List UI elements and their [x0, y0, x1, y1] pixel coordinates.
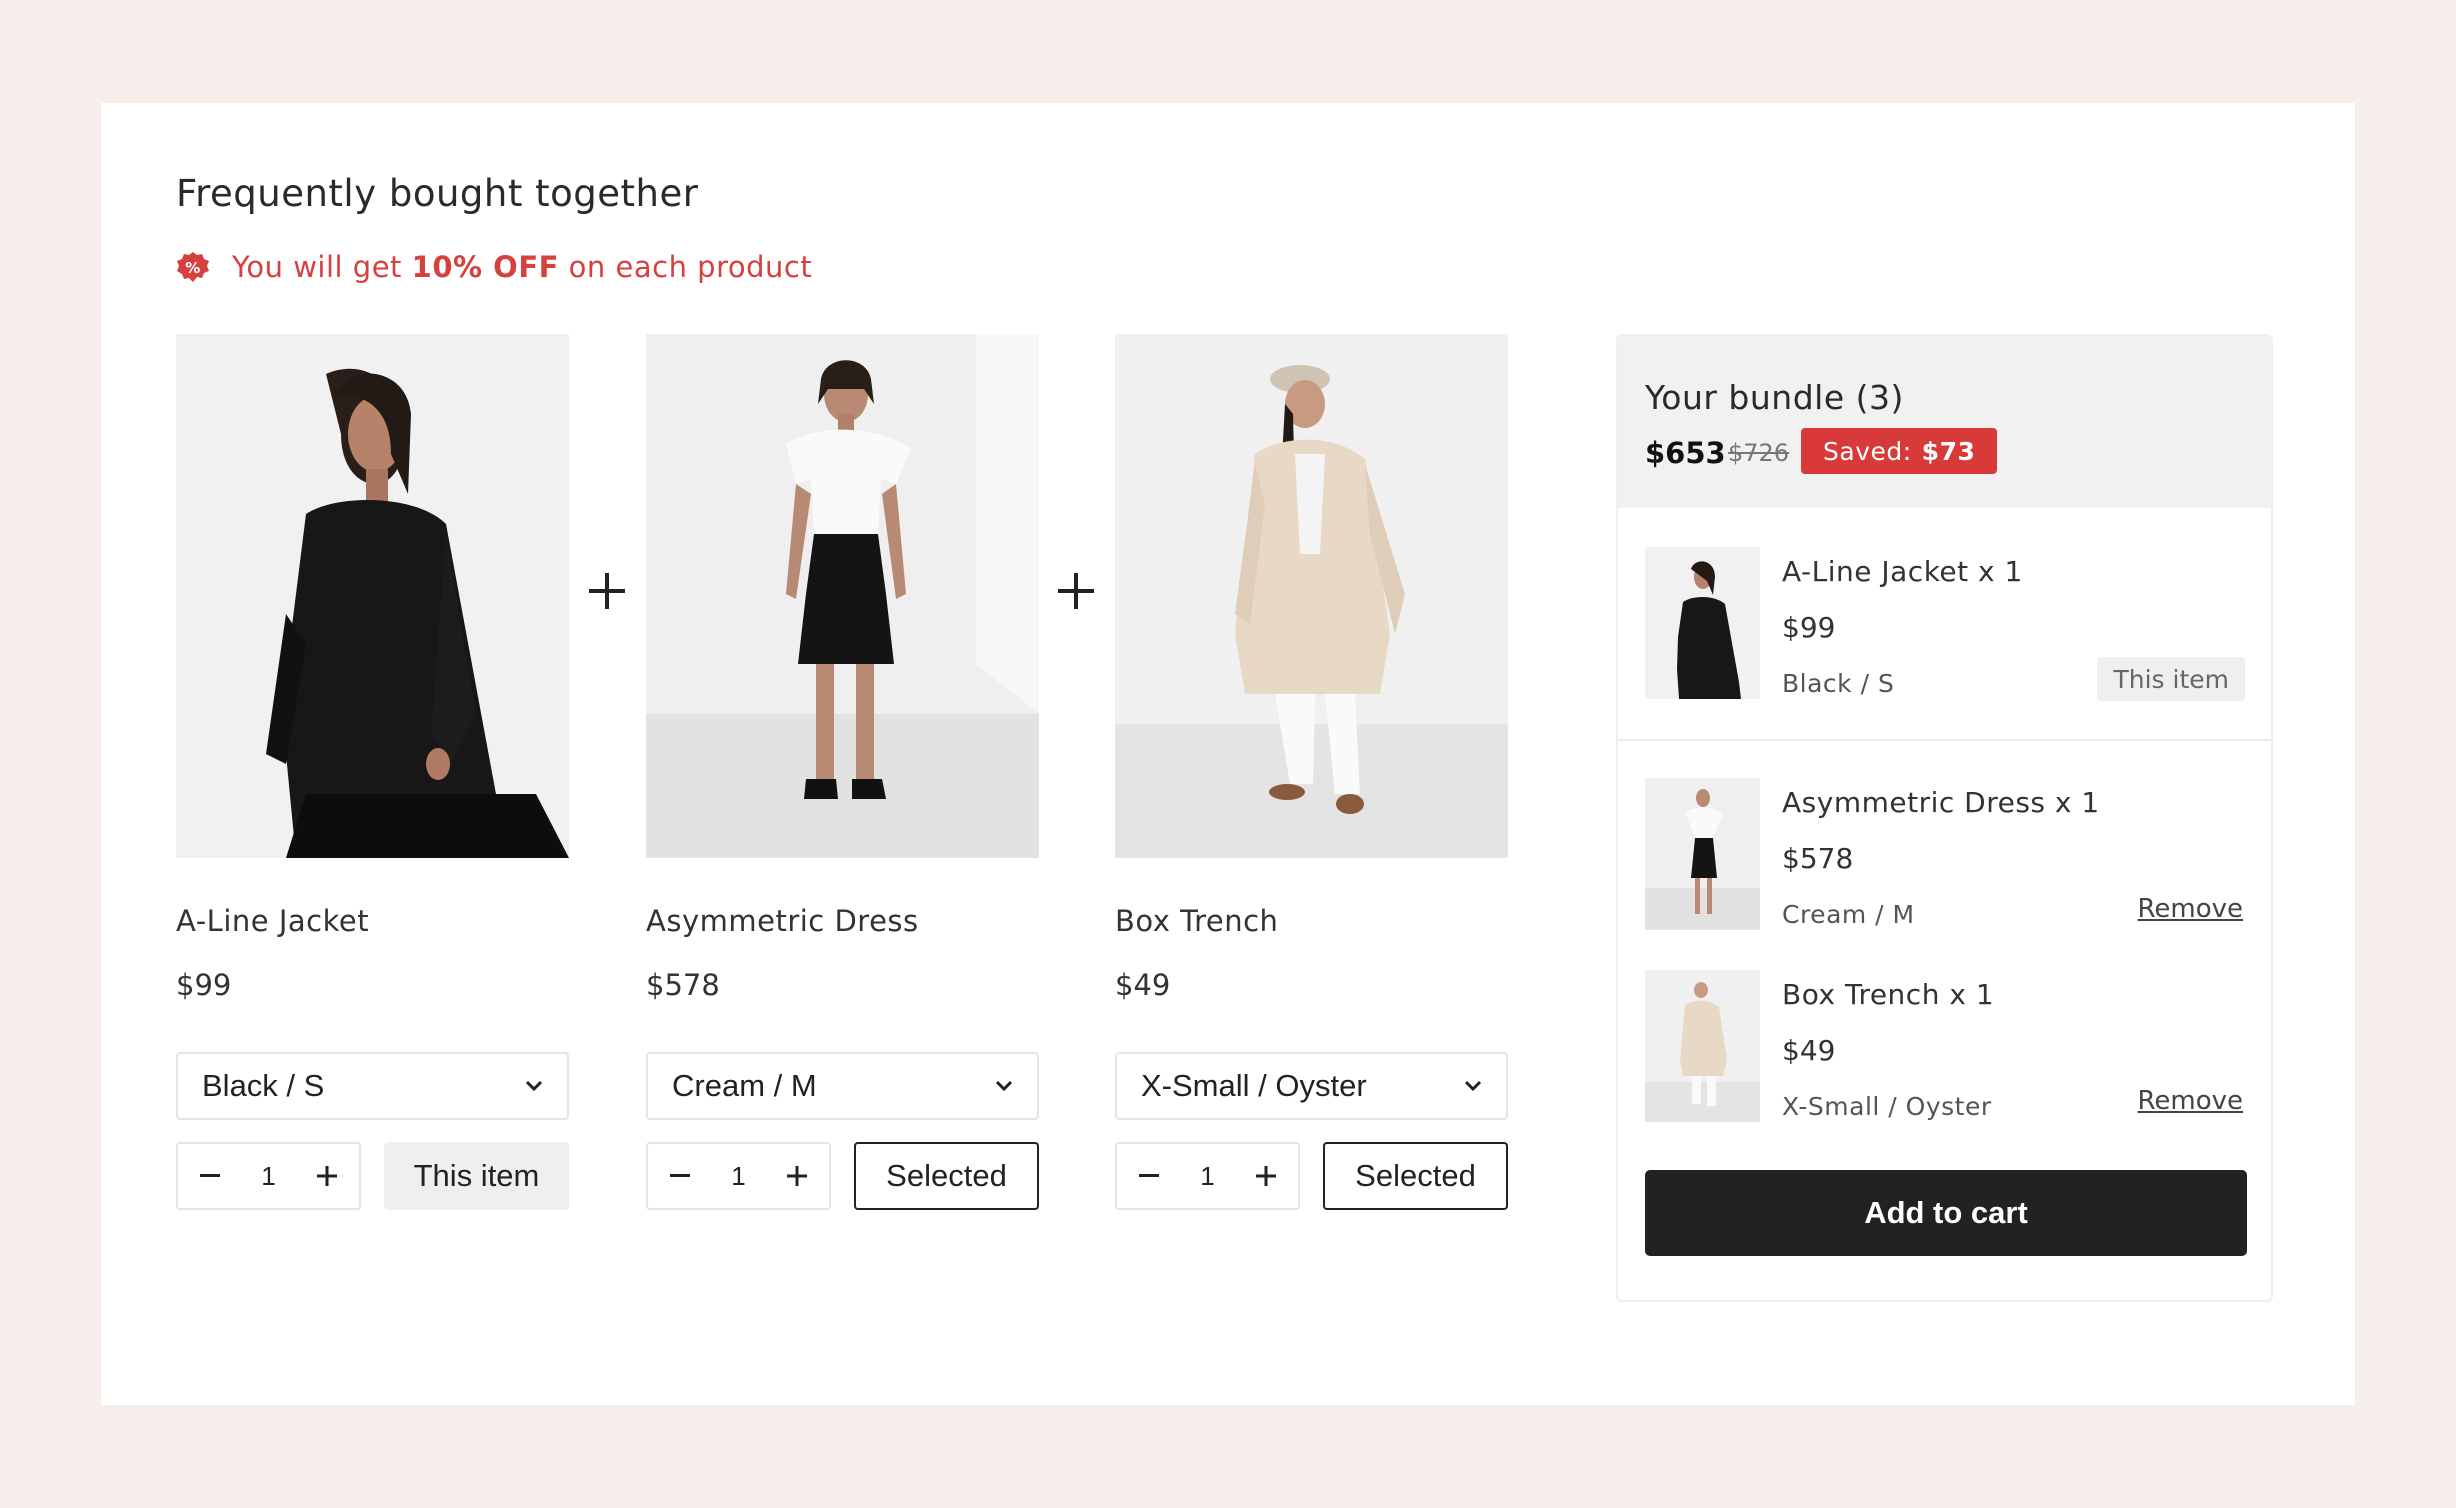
selected-button[interactable]: Selected	[854, 1142, 1039, 1210]
section-heading: Frequently bought together	[176, 172, 699, 215]
this-item-tag: This item	[2097, 657, 2245, 701]
chevron-down-icon	[995, 1080, 1013, 1092]
remove-link[interactable]: Remove	[2137, 894, 2243, 924]
saved-amount: $73	[1921, 436, 1976, 466]
bundle-item-name[interactable]: A-Line Jacket x 1	[1782, 555, 2023, 588]
bundle-item-variant: X-Small / Oyster	[1782, 1092, 1992, 1121]
this-item-button[interactable]: This item	[384, 1142, 569, 1210]
product-card-asymmetric-dress: Asymmetric Dress $578 Cream / M 1 Select…	[646, 334, 1039, 1210]
quantity-value[interactable]: 1	[1200, 1161, 1214, 1192]
bundle-item-thumbnail	[1645, 970, 1760, 1122]
svg-text:%: %	[185, 259, 201, 277]
quantity-stepper: 1	[646, 1142, 831, 1210]
variant-select-value: Black / S	[202, 1068, 325, 1103]
product-card-a-line-jacket: A-Line Jacket $99 Black / S 1 This item	[176, 334, 569, 1210]
product-image[interactable]	[646, 334, 1039, 858]
bundle-item-price: $49	[1782, 1034, 1836, 1067]
plus-icon[interactable]	[313, 1162, 341, 1190]
plus-icon	[1058, 573, 1094, 609]
minus-icon[interactable]	[1135, 1162, 1163, 1190]
promo-suffix: on each product	[558, 250, 813, 284]
quantity-value[interactable]: 1	[731, 1161, 745, 1192]
product-price: $49	[1115, 968, 1171, 1002]
quantity-value[interactable]: 1	[261, 1161, 275, 1192]
bundle-header: Your bundle (3) $653 $726 Saved: $73	[1618, 336, 2271, 508]
add-to-cart-button[interactable]: Add to cart	[1645, 1170, 2247, 1256]
variant-select[interactable]: Cream / M	[646, 1052, 1039, 1120]
bundle-divider	[1618, 739, 2271, 741]
product-image[interactable]	[176, 334, 569, 858]
bundle-title: Your bundle (3)	[1645, 378, 1904, 417]
bundle-item-variant: Cream / M	[1782, 900, 1915, 929]
bundle-total-price: $653	[1645, 436, 1726, 470]
selected-button[interactable]: Selected	[1323, 1142, 1508, 1210]
plus-icon[interactable]	[1252, 1162, 1280, 1190]
plus-icon[interactable]	[783, 1162, 811, 1190]
product-price: $578	[646, 968, 720, 1002]
quantity-stepper: 1	[176, 1142, 361, 1210]
variant-select-value: Cream / M	[672, 1068, 817, 1103]
saved-label: Saved:	[1823, 436, 1912, 466]
bundle-original-price: $726	[1728, 439, 1790, 467]
product-name[interactable]: A-Line Jacket	[176, 904, 369, 938]
bundle-item-thumbnail	[1645, 547, 1760, 699]
product-name[interactable]: Box Trench	[1115, 904, 1278, 938]
minus-icon[interactable]	[196, 1162, 224, 1190]
bundle-item-thumbnail	[1645, 778, 1760, 930]
promo-prefix: You will get	[232, 250, 412, 284]
product-image[interactable]	[1115, 334, 1508, 858]
product-name[interactable]: Asymmetric Dress	[646, 904, 919, 938]
bundle-item-price: $99	[1782, 611, 1836, 644]
variant-select[interactable]: Black / S	[176, 1052, 569, 1120]
bundle-item-price: $578	[1782, 842, 1854, 875]
promo-message: % You will get 10% OFF on each product	[176, 250, 812, 284]
plus-icon	[589, 573, 625, 609]
variant-select[interactable]: X-Small / Oyster	[1115, 1052, 1508, 1120]
product-price: $99	[176, 968, 232, 1002]
bundle-item-name[interactable]: Asymmetric Dress x 1	[1782, 786, 2100, 819]
promo-highlight: 10% OFF	[411, 250, 559, 284]
remove-link[interactable]: Remove	[2137, 1086, 2243, 1116]
chevron-down-icon	[525, 1080, 543, 1092]
discount-badge-icon: %	[177, 252, 209, 282]
saved-badge: Saved: $73	[1801, 428, 1998, 474]
quantity-stepper: 1	[1115, 1142, 1300, 1210]
chevron-down-icon	[1464, 1080, 1482, 1092]
product-card-box-trench: Box Trench $49 X-Small / Oyster 1 Select…	[1115, 334, 1508, 1210]
variant-select-value: X-Small / Oyster	[1141, 1068, 1367, 1103]
minus-icon[interactable]	[666, 1162, 694, 1190]
bundle-item-variant: Black / S	[1782, 669, 1895, 698]
bundle-summary: Your bundle (3) $653 $726 Saved: $73 A-Li…	[1616, 334, 2273, 1302]
bundle-item-name[interactable]: Box Trench x 1	[1782, 978, 1994, 1011]
